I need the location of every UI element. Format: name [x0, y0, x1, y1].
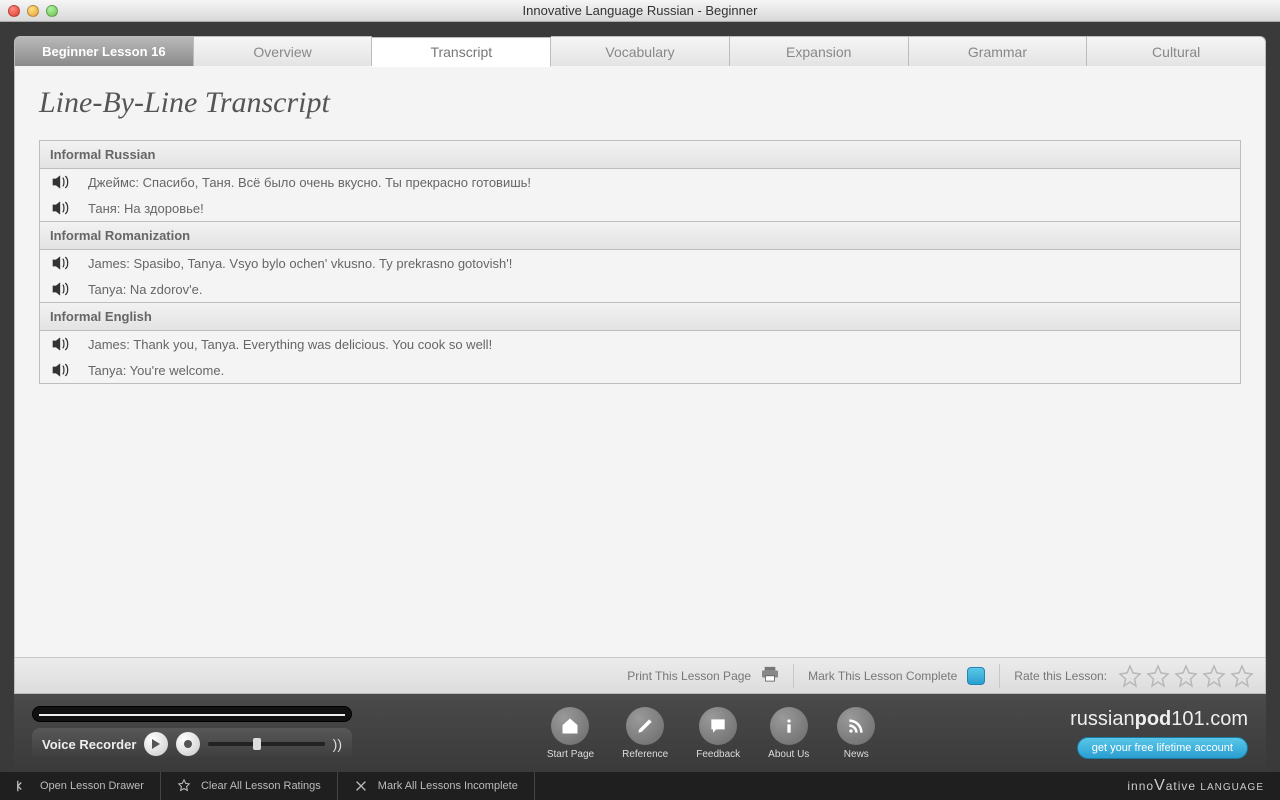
tabs: Beginner Lesson 16 Overview Transcript V…: [14, 36, 1266, 66]
transcript-text: James: Thank you, Tanya. Everything was …: [88, 337, 492, 352]
transcript-text: Tanya: Na zdorov'e.: [88, 282, 203, 297]
tab-vocabulary[interactable]: Vocabulary: [551, 36, 730, 66]
nav-about-us[interactable]: About Us: [768, 707, 809, 760]
transcript-line: Tanya: Na zdorov'e.: [40, 276, 1240, 302]
window-title: Innovative Language Russian - Beginner: [0, 3, 1280, 18]
brand-footer: innoVative LANGUAGE: [1111, 777, 1280, 795]
divider: [999, 664, 1000, 688]
transcript-text: Таня: На здоровье!: [88, 201, 204, 216]
transcript-text: James: Spasibo, Tanya. Vsyo bylo ochen' …: [88, 256, 512, 271]
tab-grammar[interactable]: Grammar: [909, 36, 1088, 66]
info-icon: [770, 707, 808, 745]
speaker-icon[interactable]: [50, 280, 72, 298]
rate-lesson-label: Rate this Lesson:: [1014, 669, 1107, 683]
star-icon[interactable]: [1229, 664, 1255, 688]
mark-incomplete[interactable]: Mark All Lessons Incomplete: [338, 772, 535, 800]
clear-ratings[interactable]: Clear All Lesson Ratings: [161, 772, 338, 800]
rate-stars: [1117, 664, 1255, 688]
tab-transcript[interactable]: Transcript: [372, 37, 551, 67]
section-header: Informal Romanization: [40, 221, 1240, 250]
tab-expansion[interactable]: Expansion: [730, 36, 909, 66]
tab-cultural[interactable]: Cultural: [1087, 36, 1266, 66]
transcript-text: Tanya: You're welcome.: [88, 363, 224, 378]
sb-label: Mark All Lessons Incomplete: [378, 780, 518, 792]
tab-lesson-indicator[interactable]: Beginner Lesson 16: [14, 36, 194, 66]
recorder-label: Voice Recorder: [42, 737, 136, 752]
mark-complete-link[interactable]: Mark This Lesson Complete: [808, 669, 957, 683]
transcript-line: Tanya: You're welcome.: [40, 357, 1240, 383]
audio-player: Voice Recorder )): [32, 706, 352, 760]
speaker-icon[interactable]: [50, 361, 72, 379]
chat-icon: [699, 707, 737, 745]
footer: Voice Recorder )) Start Page Reference: [14, 694, 1266, 772]
transcript-line: Таня: На здоровье!: [40, 195, 1240, 221]
transcript-line: James: Thank you, Tanya. Everything was …: [40, 331, 1240, 357]
speaker-icon[interactable]: [50, 254, 72, 272]
print-icon[interactable]: [761, 666, 779, 685]
content-inner: Line-By-Line Transcript Informal Russian…: [15, 66, 1265, 657]
pen-icon: [626, 707, 664, 745]
statusbar: Open Lesson Drawer Clear All Lesson Rati…: [0, 772, 1280, 800]
voice-recorder: Voice Recorder )): [32, 728, 352, 760]
content: Line-By-Line Transcript Informal Russian…: [14, 66, 1266, 694]
star-outline-icon: [177, 779, 191, 793]
transcript-line: Джеймс: Спасибо, Таня. Всё было очень вк…: [40, 169, 1240, 195]
star-icon[interactable]: [1117, 664, 1143, 688]
star-icon[interactable]: [1145, 664, 1171, 688]
nav-label: About Us: [768, 749, 809, 760]
mark-complete-checkbox[interactable]: [967, 667, 985, 685]
x-icon: [354, 779, 368, 793]
audio-progress-track[interactable]: [32, 706, 352, 722]
star-icon[interactable]: [1201, 664, 1227, 688]
footer-nav: Start Page Reference Feedback About Us N…: [547, 707, 875, 760]
nav-label: Reference: [622, 749, 668, 760]
nav-start-page[interactable]: Start Page: [547, 707, 594, 760]
speaker-icon[interactable]: [50, 335, 72, 353]
home-icon: [551, 707, 589, 745]
cta-button[interactable]: get your free lifetime account: [1077, 737, 1248, 759]
sb-label: Open Lesson Drawer: [40, 780, 144, 792]
transcript-line: James: Spasibo, Tanya. Vsyo bylo ochen' …: [40, 250, 1240, 276]
rss-icon: [837, 707, 875, 745]
transcript-text: Джеймс: Спасибо, Таня. Всё было очень вк…: [88, 175, 531, 190]
sb-label: Clear All Lesson Ratings: [201, 780, 321, 792]
open-lesson-drawer[interactable]: Open Lesson Drawer: [0, 772, 161, 800]
brand-block: russianpod101.com get your free lifetime…: [1070, 708, 1248, 759]
record-button[interactable]: [176, 732, 200, 756]
divider: [793, 664, 794, 688]
volume-icon: )): [333, 736, 342, 752]
nav-label: News: [844, 749, 869, 760]
nav-reference[interactable]: Reference: [622, 707, 668, 760]
content-bottom-bar: Print This Lesson Page Mark This Lesson …: [15, 657, 1265, 693]
drawer-icon: [16, 779, 30, 793]
nav-news[interactable]: News: [837, 707, 875, 760]
star-icon[interactable]: [1173, 664, 1199, 688]
volume-slider[interactable]: [208, 742, 324, 746]
brand-site[interactable]: russianpod101.com: [1070, 708, 1248, 731]
transcript-box: Informal Russian Джеймс: Спасибо, Таня. …: [39, 140, 1241, 384]
page-title: Line-By-Line Transcript: [39, 86, 1241, 120]
speaker-icon[interactable]: [50, 173, 72, 191]
nav-label: Feedback: [696, 749, 740, 760]
tab-overview[interactable]: Overview: [194, 36, 373, 66]
titlebar: Innovative Language Russian - Beginner: [0, 0, 1280, 22]
section-header: Informal English: [40, 302, 1240, 331]
nav-label: Start Page: [547, 749, 594, 760]
speaker-icon[interactable]: [50, 199, 72, 217]
nav-feedback[interactable]: Feedback: [696, 707, 740, 760]
play-button[interactable]: [144, 732, 168, 756]
print-lesson-link[interactable]: Print This Lesson Page: [627, 669, 751, 683]
frame: Beginner Lesson 16 Overview Transcript V…: [0, 22, 1280, 772]
section-header: Informal Russian: [40, 141, 1240, 169]
